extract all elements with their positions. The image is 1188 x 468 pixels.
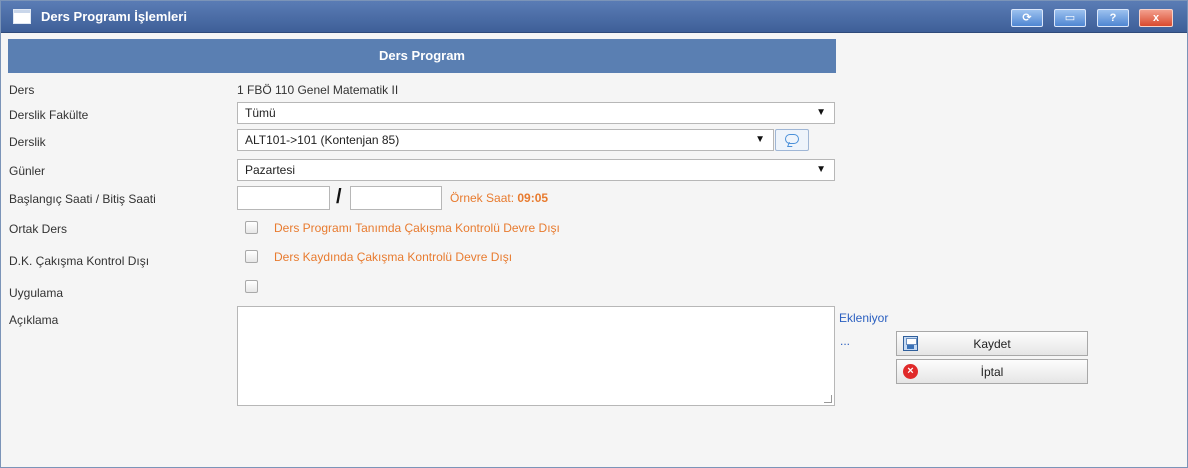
chat-bubble-icon bbox=[785, 134, 799, 144]
dk-cakisma-checkbox[interactable] bbox=[245, 250, 258, 263]
form-header: Ders Program bbox=[8, 39, 836, 73]
example-time-label: Örnek Saat: bbox=[450, 191, 515, 205]
end-time-input[interactable] bbox=[350, 186, 442, 210]
form-content: Ders Program Ders 1 FBÖ 110 Genel Matema… bbox=[8, 39, 1183, 465]
window-title: Ders Programı İşlemleri bbox=[41, 9, 187, 24]
gunler-select[interactable]: Pazartesi ▼ bbox=[237, 159, 835, 181]
derslik-fakulte-value: Tümü bbox=[245, 106, 276, 120]
derslik-value: ALT101->101 (Kontenjan 85) bbox=[245, 133, 400, 147]
status-dots: ... bbox=[840, 334, 851, 348]
dk-cakisma-note: Ders Kaydında Çakışma Kontrolü Devre Dış… bbox=[274, 250, 513, 264]
label-ortak-ders: Ortak Ders bbox=[9, 222, 68, 236]
resize-grip-icon[interactable] bbox=[824, 395, 832, 403]
window-icon bbox=[13, 9, 31, 24]
ders-value: 1 FBÖ 110 Genel Matematik II bbox=[237, 83, 399, 97]
save-button[interactable]: Kaydet bbox=[896, 331, 1088, 356]
save-button-label: Kaydet bbox=[973, 337, 1011, 351]
dropdown-arrow-icon: ▼ bbox=[816, 107, 826, 118]
aciklama-textarea[interactable] bbox=[237, 306, 835, 406]
dropdown-arrow-icon: ▼ bbox=[755, 134, 765, 145]
label-aciklama: Açıklama bbox=[9, 313, 59, 327]
ortak-ders-note: Ders Programı Tanımda Çakışma Kontrolü D… bbox=[274, 221, 560, 235]
label-derslik: Derslik bbox=[9, 135, 46, 149]
cancel-button[interactable]: × İptal bbox=[896, 359, 1088, 384]
refresh-button[interactable]: ⟳ bbox=[1011, 9, 1043, 27]
close-button[interactable]: x bbox=[1139, 9, 1173, 27]
label-ders: Ders bbox=[9, 83, 35, 97]
ortak-ders-checkbox[interactable] bbox=[245, 221, 258, 234]
label-uygulama: Uygulama bbox=[9, 286, 64, 300]
gunler-value: Pazartesi bbox=[245, 163, 296, 177]
uygulama-checkbox[interactable] bbox=[245, 280, 258, 293]
example-time: Örnek Saat: 09:05 bbox=[450, 191, 548, 205]
derslik-fakulte-select[interactable]: Tümü ▼ bbox=[237, 102, 835, 124]
label-saat: Başlangıç Saati / Bitiş Saati bbox=[9, 192, 156, 206]
label-derslik-fakulte: Derslik Fakülte bbox=[9, 108, 89, 122]
status-text: Ekleniyor bbox=[839, 311, 889, 325]
derslik-select[interactable]: ALT101->101 (Kontenjan 85) ▼ bbox=[237, 129, 774, 151]
label-dk-cakisma: D.K. Çakışma Kontrol Dışı bbox=[9, 254, 150, 268]
example-time-value: 09:05 bbox=[517, 191, 549, 205]
start-time-input[interactable] bbox=[237, 186, 330, 210]
window-titlebar: Ders Programı İşlemleri ⟳ ▭ ? x bbox=[1, 1, 1187, 33]
help-button[interactable]: ? bbox=[1097, 9, 1129, 27]
form-window: Ders Programı İşlemleri ⟳ ▭ ? x Ders Pro… bbox=[0, 0, 1188, 468]
chat-button[interactable] bbox=[775, 129, 809, 151]
cancel-button-label: İptal bbox=[980, 365, 1004, 379]
time-separator: / bbox=[336, 186, 342, 208]
dropdown-arrow-icon: ▼ bbox=[816, 164, 826, 175]
restore-button[interactable]: ▭ bbox=[1054, 9, 1086, 27]
label-gunler: Günler bbox=[9, 164, 46, 178]
